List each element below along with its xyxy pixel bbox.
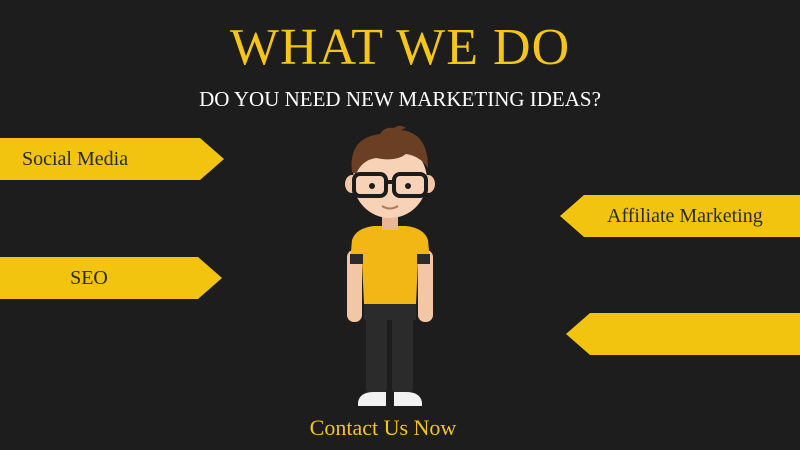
service-tag-seo: SEO — [0, 257, 222, 299]
service-tag-social-media: Social Media — [0, 138, 224, 180]
service-tag-empty — [566, 313, 800, 355]
person-with-glasses-icon — [345, 125, 435, 406]
page-subtitle: DO YOU NEED NEW MARKETING IDEAS? — [199, 87, 601, 111]
page-title: WHAT WE DO — [229, 19, 571, 76]
service-tag-affiliate-marketing: Affiliate Marketing — [560, 195, 800, 237]
contact-us-link[interactable]: Contact Us Now — [0, 414, 766, 442]
